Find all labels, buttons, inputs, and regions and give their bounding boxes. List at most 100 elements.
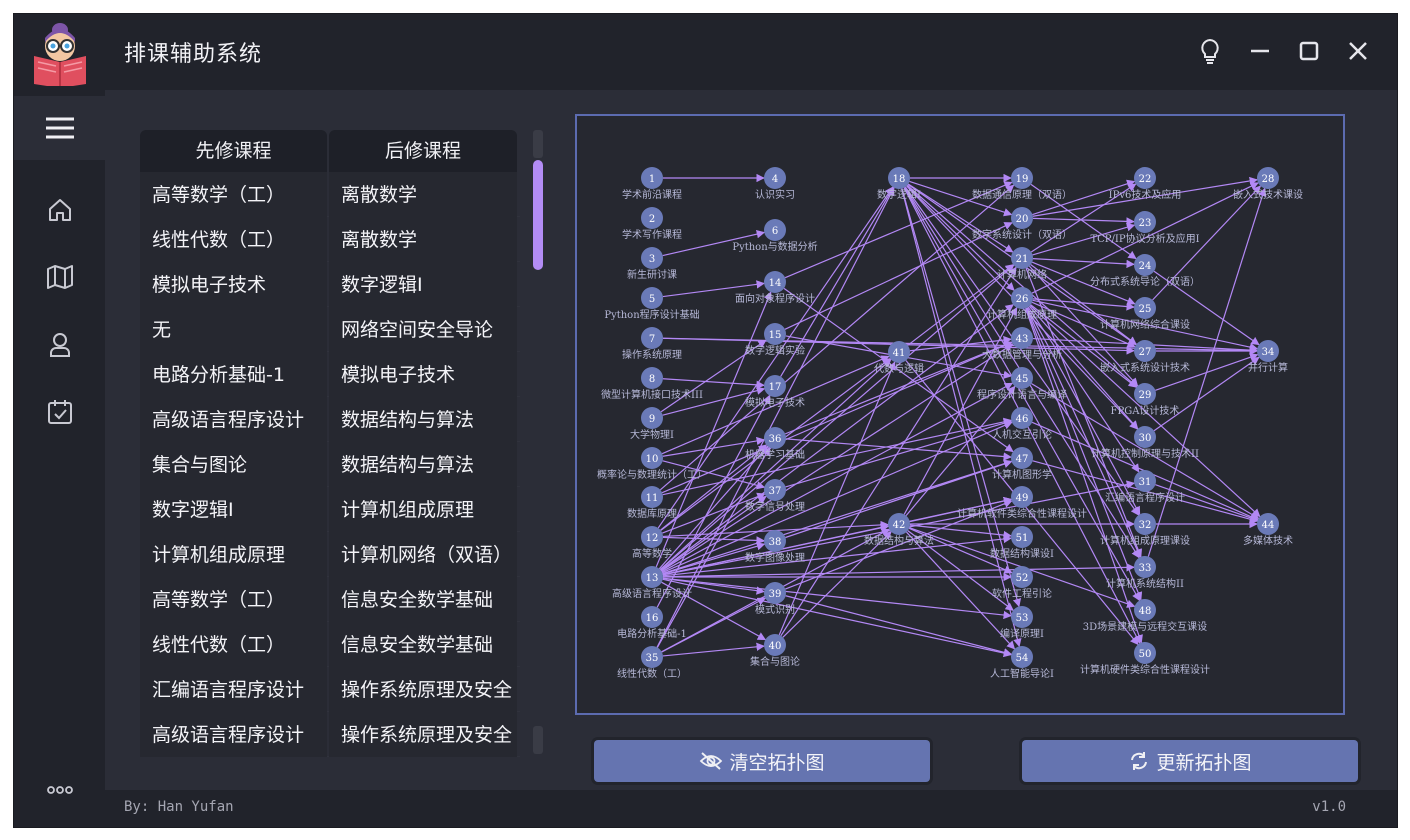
clear-topology-button[interactable]: 清空拓扑图 (594, 740, 930, 782)
prereq-cell[interactable]: 电路分析基础-1 (140, 352, 327, 397)
prereq-cell[interactable]: 高级语言程序设计 (140, 397, 327, 442)
graph-node[interactable]: 9 大学物理Ⅰ (630, 407, 674, 441)
table-row[interactable]: 模拟电子技术 数字逻辑Ⅰ (140, 262, 520, 307)
graph-node[interactable]: 7 操作系统原理 (622, 327, 682, 361)
user-icon[interactable] (14, 313, 105, 377)
prereq-cell[interactable]: 计算机组成原理 (140, 532, 327, 577)
graph-node[interactable]: 4 认识实习 (755, 167, 795, 201)
scroll-thumb[interactable] (533, 160, 543, 270)
followup-cell[interactable]: 数据结构与算法 (329, 442, 517, 487)
graph-node[interactable]: 18 数字逻辑Ⅰ (877, 167, 921, 201)
followup-cell[interactable]: 信息安全数学基础 (329, 622, 517, 667)
minimize-icon[interactable] (1243, 34, 1277, 68)
prereq-cell[interactable]: 高等数学（工） (140, 172, 327, 217)
graph-node[interactable]: 16 电路分析基础-1 (617, 606, 687, 640)
table-row[interactable]: 高等数学（工） 信息安全数学基础 (140, 577, 520, 622)
lightbulb-icon[interactable] (1193, 34, 1227, 68)
table-row[interactable]: 高级语言程序设计 数据结构与算法 (140, 397, 520, 442)
graph-node-label: 数字图像处理 (745, 551, 805, 564)
graph-node[interactable]: 5 Python程序设计基础 (604, 287, 700, 321)
graph-node-label: 数据结构与算法 (864, 534, 934, 547)
table-scrollbar[interactable] (533, 130, 543, 770)
followup-cell[interactable]: 信息安全数学基础 (329, 577, 517, 622)
home-icon[interactable] (14, 178, 105, 242)
header-prereq[interactable]: 先修课程 (140, 130, 327, 172)
graph-node[interactable]: 11 数据库原理 (627, 486, 677, 520)
prereq-cell[interactable]: 模拟电子技术 (140, 262, 327, 307)
graph-node[interactable]: 36 机器学习基础 (745, 427, 805, 461)
followup-cell[interactable]: 模拟电子技术 (329, 352, 517, 397)
prereq-cell[interactable]: 无 (140, 307, 327, 352)
graph-node[interactable]: 50 计算机硬件类综合性课程设计 (1080, 642, 1210, 676)
graph-node[interactable]: 27 嵌入式系统设计技术 (1100, 340, 1190, 374)
table-row[interactable]: 汇编语言程序设计 操作系统原理及安全 (140, 667, 520, 712)
table-row[interactable]: 线性代数（工） 离散数学 (140, 217, 520, 262)
table-row[interactable]: 高等数学（工） 离散数学 (140, 172, 520, 217)
table-row[interactable]: 数字逻辑Ⅰ 计算机组成原理 (140, 487, 520, 532)
graph-node[interactable]: 53 编译原理Ⅰ (1000, 606, 1044, 640)
graph-node-id: 25 (1139, 304, 1152, 315)
scroll-down-button[interactable] (533, 726, 543, 754)
map-icon[interactable] (14, 245, 105, 309)
graph-node-id: 32 (1139, 520, 1152, 531)
prereq-cell[interactable]: 汇编语言程序设计 (140, 667, 327, 712)
graph-node[interactable]: 23 TCP/IP协议分析及应用Ⅰ (1090, 211, 1200, 245)
graph-node[interactable]: 1 学术前沿课程 (622, 167, 682, 201)
graph-node[interactable]: 25 计算机网络综合课设 (1100, 297, 1190, 331)
followup-cell[interactable]: 网络空间安全导论 (329, 307, 517, 352)
graph-node[interactable]: 34 并行计算 (1248, 340, 1288, 374)
maximize-icon[interactable] (1292, 34, 1326, 68)
graph-node[interactable]: 3 新生研讨课 (627, 247, 677, 281)
graph-node-id: 1 (649, 174, 655, 185)
followup-cell[interactable]: 数据结构与算法 (329, 397, 517, 442)
graph-node[interactable]: 40 集合与图论 (750, 634, 800, 668)
graph-node[interactable]: 14 面向对象程序设计 (735, 271, 815, 305)
followup-cell[interactable]: 操作系统原理及安全 (329, 667, 517, 712)
prereq-cell[interactable]: 集合与图论 (140, 442, 327, 487)
graph-node[interactable]: 35 线性代数（工） (617, 646, 687, 680)
more-icon[interactable] (14, 758, 105, 822)
prereq-cell[interactable]: 线性代数（工） (140, 217, 327, 262)
scroll-up-button[interactable] (533, 130, 543, 158)
graph-node-id: 52 (1016, 573, 1029, 584)
graph-node[interactable]: 28 嵌入式技术课设 (1233, 167, 1303, 201)
graph-node[interactable]: 22 IPv6技术及应用 (1109, 167, 1182, 201)
followup-cell[interactable]: 离散数学 (329, 217, 517, 262)
calendar-check-icon[interactable] (14, 380, 105, 444)
graph-canvas: 1 学术前沿课程 2 学术写作课程 3 新生研讨课 5 Python程序设计基础 7 操作系统原理… (597, 167, 1303, 680)
table-row[interactable]: 高级语言程序设计 操作系统原理及安全 (140, 712, 520, 757)
graph-node[interactable]: 2 学术写作课程 (622, 207, 682, 241)
header-followup[interactable]: 后修课程 (329, 130, 517, 172)
graph-node[interactable]: 52 软件工程引论 (992, 566, 1052, 600)
followup-cell[interactable]: 计算机组成原理 (329, 487, 517, 532)
prereq-cell[interactable]: 数字逻辑Ⅰ (140, 487, 327, 532)
prereq-cell[interactable]: 高级语言程序设计 (140, 712, 327, 757)
graph-node-id: 54 (1016, 653, 1029, 664)
table-row[interactable]: 电路分析基础-1 模拟电子技术 (140, 352, 520, 397)
graph-node[interactable]: 19 数据通信原理（双语） (972, 167, 1072, 201)
close-icon[interactable] (1341, 34, 1375, 68)
app-title: 排课辅助系统 (124, 42, 263, 67)
prereq-cell[interactable]: 线性代数（工） (140, 622, 327, 667)
graph-node-label: 分布式系统导论（双语） (1090, 275, 1200, 288)
graph-node[interactable]: 24 分布式系统导论（双语） (1090, 254, 1200, 288)
followup-cell[interactable]: 离散数学 (329, 172, 517, 217)
followup-cell[interactable]: 计算机网络（双语） (329, 532, 517, 577)
table-row[interactable]: 线性代数（工） 信息安全数学基础 (140, 622, 520, 667)
graph-node[interactable]: 8 微型计算机接口技术III (601, 367, 703, 401)
graph-node[interactable]: 26 计算机组成原理 (987, 287, 1057, 321)
table-row[interactable]: 计算机组成原理 计算机网络（双语） (140, 532, 520, 577)
table-row[interactable]: 无网络空间安全导论 (140, 307, 520, 352)
table-row[interactable]: 集合与图论 数据结构与算法 (140, 442, 520, 487)
prereq-cell[interactable]: 高等数学（工） (140, 577, 327, 622)
update-topology-button[interactable]: 更新拓扑图 (1022, 740, 1358, 782)
refresh-icon (1128, 751, 1150, 771)
graph-node[interactable]: 51 数据结构课设Ⅰ (990, 526, 1054, 560)
menu-icon[interactable] (14, 96, 105, 160)
followup-cell[interactable]: 数字逻辑Ⅰ (329, 262, 517, 307)
graph-node[interactable]: 6 Python与数据分析 (732, 219, 818, 253)
graph-node-label: 数据结构课设Ⅰ (990, 547, 1054, 560)
graph-node[interactable]: 48 3D场景建模与远程交互课设 (1083, 599, 1207, 633)
graph-node[interactable]: 30 计算机控制原理与技术II (1091, 426, 1199, 460)
followup-cell[interactable]: 操作系统原理及安全 (329, 712, 517, 757)
